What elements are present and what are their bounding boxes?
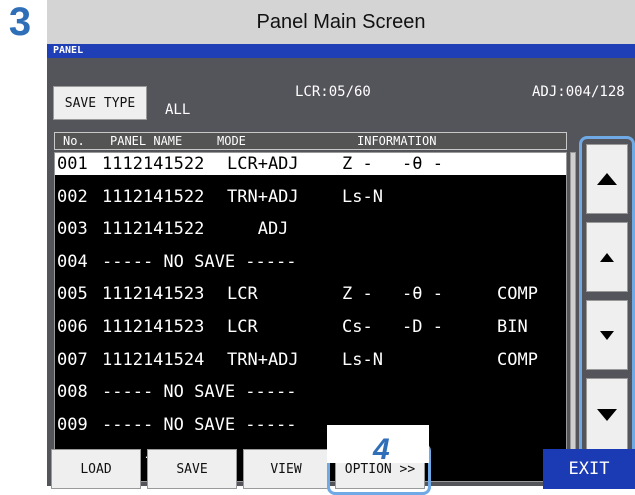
up-icon: [600, 252, 614, 262]
exit-button[interactable]: EXIT: [543, 449, 635, 489]
row-no: 005: [57, 284, 88, 305]
row-name: 1112141524: [102, 349, 205, 370]
save-button[interactable]: SAVE: [147, 449, 237, 489]
row-no: 001: [57, 154, 88, 174]
row-info1: Cs-: [342, 317, 373, 337]
row-mode: LCR: [227, 317, 258, 337]
page-up-icon: [597, 173, 617, 185]
row-info3: COMP: [497, 284, 538, 305]
column-header: No. PANEL NAME MODE INFORMATION: [54, 132, 567, 150]
col-mode: MODE: [217, 134, 246, 148]
row-info1: Ls-N: [342, 349, 383, 370]
page-down-button[interactable]: [586, 378, 628, 452]
lcr-count: LCR:05/60: [295, 84, 371, 100]
callout-marker: 4: [327, 425, 429, 463]
col-panel-name: PANEL NAME: [110, 134, 183, 148]
list-row[interactable]: 006 1112141523 LCR Cs- -D - BIN: [55, 316, 566, 338]
row-name: 1112141522: [102, 186, 205, 207]
row-no: 004: [57, 251, 88, 272]
panel-titlebar: PANEL: [47, 44, 635, 58]
row-no: 006: [57, 317, 88, 337]
list-row[interactable]: 008 ----- NO SAVE -----: [55, 381, 566, 403]
load-button[interactable]: LOAD: [51, 449, 141, 489]
screen-title-text: Panel Main Screen: [256, 10, 426, 33]
row-info1: Ls-N: [342, 186, 383, 207]
row-name: 1112141523: [102, 317, 205, 337]
lcd-area: SAVE TYPE ALL LCR:05/60 ADJ:004/128 No. …: [47, 58, 635, 495]
list-row[interactable]: 007 1112141524 TRN+ADJ Ls-N COMP: [55, 349, 566, 371]
panel-label: PANEL: [53, 45, 84, 56]
row-name: 1112141522: [102, 219, 205, 240]
save-type-button[interactable]: SAVE TYPE: [53, 86, 147, 120]
row-info2: -θ -: [402, 154, 443, 174]
row-info2: -D -: [402, 317, 443, 337]
row-name: ----- NO SAVE -----: [102, 382, 297, 403]
row-info1: Z -: [342, 284, 373, 305]
row-mode: TRN+ADJ: [227, 186, 299, 207]
callout-number: 4: [372, 433, 390, 463]
row-name: ----- NO SAVE -----: [102, 414, 297, 435]
row-mode: LCR: [227, 284, 258, 305]
scroll-up-button[interactable]: [586, 222, 628, 292]
row-name: 1112141522: [102, 154, 205, 174]
scroll-down-button[interactable]: [586, 300, 628, 370]
row-no: 003: [57, 219, 88, 240]
step-number: 3: [8, 0, 32, 44]
adj-count: ADJ:004/128: [532, 84, 625, 100]
down-icon: [600, 330, 614, 340]
list-row[interactable]: 004 ----- NO SAVE -----: [55, 251, 566, 273]
list-row[interactable]: 009 ----- NO SAVE -----: [55, 414, 566, 436]
row-no: 009: [57, 414, 88, 435]
list-scrollbar[interactable]: [570, 152, 576, 482]
save-type-value: ALL: [165, 102, 191, 118]
screen-title: Panel Main Screen: [47, 0, 635, 44]
row-info1: Z -: [342, 154, 373, 174]
list-row[interactable]: 001 1112141522 LCR+ADJ Z - -θ -: [55, 153, 566, 175]
row-no: 007: [57, 349, 88, 370]
row-mode: ADJ: [227, 219, 289, 240]
row-name: 1112141523: [102, 284, 205, 305]
list-row[interactable]: 003 1112141522 ADJ: [55, 218, 566, 240]
row-mode: TRN+ADJ: [227, 349, 299, 370]
panel-list: 001 1112141522 LCR+ADJ Z - -θ - 002 1112141522…: [54, 152, 567, 482]
row-info3: BIN: [497, 317, 528, 337]
view-button[interactable]: VIEW: [243, 449, 329, 489]
list-row[interactable]: 002 1112141522 TRN+ADJ Ls-N: [55, 186, 566, 208]
device-screen: PANEL SAVE TYPE ALL LCR:05/60 ADJ:004/12…: [47, 44, 635, 495]
row-mode: LCR+ADJ: [227, 154, 299, 174]
col-no: No.: [63, 134, 85, 148]
row-info3: COMP: [497, 349, 538, 370]
row-name: ----- NO SAVE -----: [102, 251, 297, 272]
row-info2: -θ -: [402, 284, 443, 305]
page-up-button[interactable]: [586, 144, 628, 214]
page-down-icon: [597, 409, 617, 421]
row-no: 008: [57, 382, 88, 403]
row-no: 002: [57, 186, 88, 207]
list-row[interactable]: 005 1112141523 LCR Z - -θ - COMP: [55, 283, 566, 305]
col-information: INFORMATION: [357, 134, 437, 148]
